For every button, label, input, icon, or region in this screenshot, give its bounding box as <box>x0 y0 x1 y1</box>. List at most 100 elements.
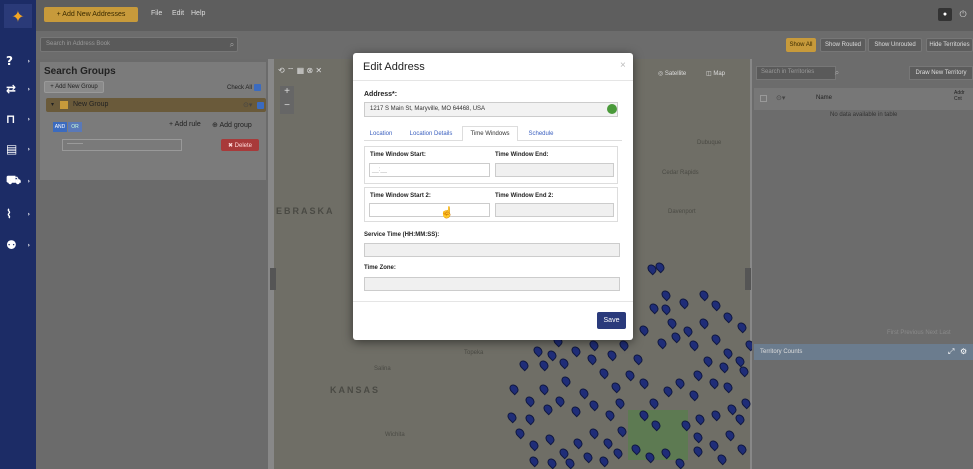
map-pin-icon[interactable] <box>707 376 721 390</box>
map-pin-icon[interactable] <box>543 432 557 446</box>
draw-new-territory-button[interactable]: Draw New Territory <box>909 66 973 80</box>
map-pin-icon[interactable] <box>649 418 663 432</box>
expand-icon[interactable]: ⤢ <box>948 347 954 357</box>
map-pin-icon[interactable] <box>659 302 673 316</box>
map-pin-icon[interactable] <box>581 450 595 464</box>
time-zone-input[interactable] <box>364 277 620 291</box>
tab-schedule[interactable]: Schedule <box>522 126 560 141</box>
tab-time-windows[interactable]: Time Windows <box>462 126 518 141</box>
map-pin-icon[interactable] <box>517 358 531 372</box>
map-pin-icon[interactable] <box>537 382 551 396</box>
map-pin-icon[interactable] <box>563 456 577 469</box>
search-icon[interactable]: ⌕ <box>830 66 844 80</box>
map-pin-icon[interactable] <box>637 376 651 390</box>
map-pin-icon[interactable] <box>553 394 567 408</box>
tw-end-input[interactable] <box>495 163 614 177</box>
map-pin-icon[interactable] <box>601 436 615 450</box>
service-time-input[interactable] <box>364 243 620 257</box>
map-pin-icon[interactable] <box>587 338 601 352</box>
map-pin-icon[interactable] <box>717 360 731 374</box>
save-button[interactable]: Save <box>597 312 626 329</box>
map-pin-icon[interactable] <box>587 426 601 440</box>
map-pin-icon[interactable] <box>609 380 623 394</box>
name-column-header[interactable]: Name <box>816 95 832 101</box>
map-pin-icon[interactable] <box>709 298 723 312</box>
map-pin-icon[interactable] <box>545 348 559 362</box>
map-pin-icon[interactable] <box>623 368 637 382</box>
map-pin-icon[interactable] <box>541 402 555 416</box>
map-pin-icon[interactable] <box>735 320 749 334</box>
map-pin-icon[interactable] <box>611 446 625 460</box>
map-pin-icon[interactable] <box>603 408 617 422</box>
map-pin-icon[interactable] <box>709 408 723 422</box>
map-pin-icon[interactable] <box>735 442 749 456</box>
map-pin-icon[interactable] <box>559 374 573 388</box>
map-pin-icon[interactable] <box>615 424 629 438</box>
map-pin-icon[interactable] <box>737 364 751 378</box>
map-pin-icon[interactable] <box>721 380 735 394</box>
map-pin-icon[interactable] <box>647 301 661 315</box>
map-pin-icon[interactable] <box>733 412 747 426</box>
map-pin-icon[interactable] <box>725 402 739 416</box>
address-input[interactable]: 1217 S Main St, Maryville, MO 64468, USA <box>364 102 618 117</box>
map-pin-icon[interactable] <box>707 438 721 452</box>
map-pin-icon[interactable] <box>659 288 673 302</box>
map-pin-icon[interactable] <box>605 348 619 362</box>
tab-location[interactable]: Location <box>364 126 398 141</box>
map-pin-icon[interactable] <box>577 386 591 400</box>
map-pin-icon[interactable] <box>647 396 661 410</box>
map-pin-icon[interactable] <box>571 436 585 450</box>
map-pin-icon[interactable] <box>637 323 651 337</box>
map-pin-icon[interactable] <box>721 310 735 324</box>
map-pin-icon[interactable] <box>721 346 735 360</box>
map-pin-icon[interactable] <box>587 398 601 412</box>
map-pin-icon[interactable] <box>687 388 701 402</box>
tw-start2-input[interactable] <box>369 203 490 217</box>
tw-end2-input[interactable] <box>495 203 614 217</box>
map-pin-icon[interactable] <box>597 366 611 380</box>
map-pin-icon[interactable] <box>527 454 541 468</box>
map-pin-icon[interactable] <box>557 356 571 370</box>
territory-search-input[interactable]: Search in Territories <box>756 66 836 80</box>
map-pin-icon[interactable] <box>631 352 645 366</box>
map-pin-icon[interactable] <box>597 454 611 468</box>
map-pin-icon[interactable] <box>569 344 583 358</box>
map-pin-icon[interactable] <box>655 336 669 350</box>
map-pin-icon[interactable] <box>637 408 651 422</box>
map-pin-icon[interactable] <box>697 316 711 330</box>
select-all-checkbox[interactable] <box>760 95 767 102</box>
map-pin-icon[interactable] <box>739 396 753 410</box>
map-pin-icon[interactable] <box>723 428 737 442</box>
table-settings-icon[interactable]: ⊙▾ <box>776 94 785 102</box>
map-pin-icon[interactable] <box>527 438 541 452</box>
map-pin-icon[interactable] <box>537 358 551 372</box>
map-pin-icon[interactable] <box>613 396 627 410</box>
map-pin-icon[interactable] <box>659 446 673 460</box>
pagination[interactable]: First Previous Next Last <box>887 330 951 336</box>
map-pin-icon[interactable] <box>691 444 705 458</box>
settings-icon[interactable]: ⚙ <box>960 347 967 356</box>
map-pin-icon[interactable] <box>523 412 537 426</box>
map-pin-icon[interactable] <box>569 404 583 418</box>
map-pin-icon[interactable] <box>693 412 707 426</box>
map-pin-icon[interactable] <box>643 450 657 464</box>
addr-cnt-column-header[interactable]: Addr Cnt <box>954 90 972 102</box>
map-pin-icon[interactable] <box>545 456 559 469</box>
map-pin-icon[interactable] <box>715 452 729 466</box>
map-pin-icon[interactable] <box>681 324 695 338</box>
map-pin-icon[interactable] <box>701 354 715 368</box>
map-pin-icon[interactable] <box>687 338 701 352</box>
map-pin-icon[interactable] <box>673 376 687 390</box>
map-pin-icon[interactable] <box>523 394 537 408</box>
tw-start-input[interactable] <box>369 163 490 177</box>
tab-location-details[interactable]: Location Details <box>403 126 459 141</box>
map-pin-icon[interactable] <box>505 410 519 424</box>
map-pin-icon[interactable] <box>513 426 527 440</box>
map-pin-icon[interactable] <box>629 442 643 456</box>
map-pin-icon[interactable] <box>697 288 711 302</box>
map-pin-icon[interactable] <box>585 352 599 366</box>
map-pin-icon[interactable] <box>691 430 705 444</box>
map-pin-icon[interactable] <box>661 384 675 398</box>
map-pin-icon[interactable] <box>617 338 631 352</box>
map-pin-icon[interactable] <box>531 344 545 358</box>
